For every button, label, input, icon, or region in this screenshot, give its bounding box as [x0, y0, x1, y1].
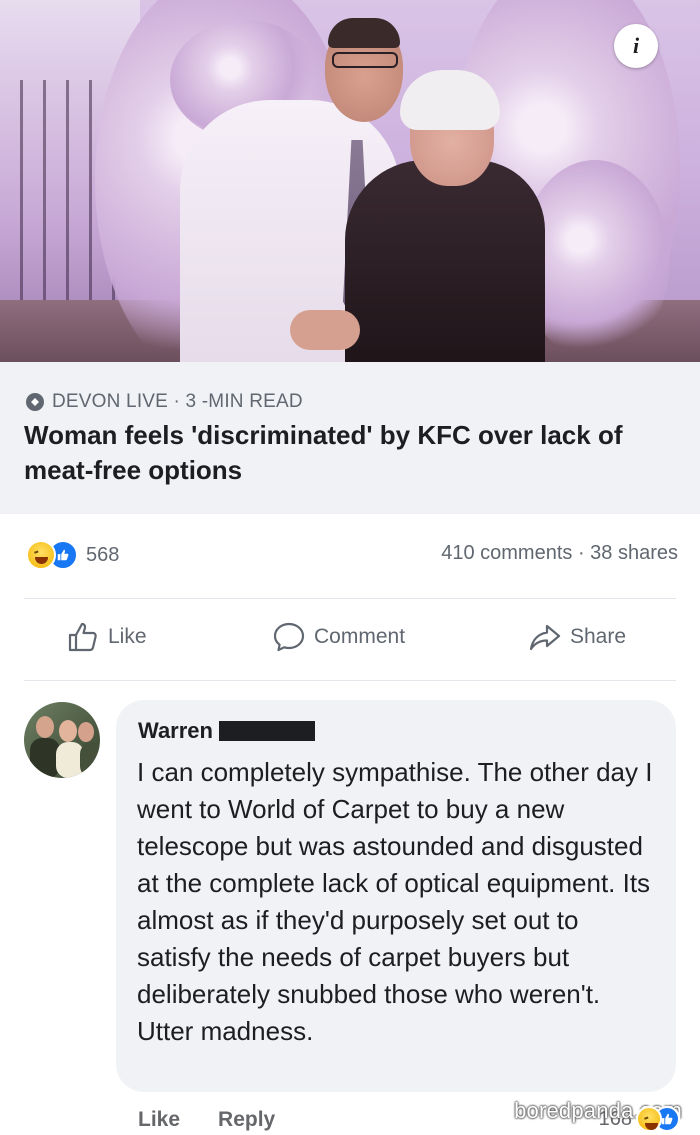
comment-like-button[interactable]: Like: [138, 1108, 180, 1132]
share-label: Share: [570, 625, 627, 648]
comment-label: Comment: [314, 625, 406, 648]
haha-reaction-icon: [636, 1106, 662, 1132]
info-icon[interactable]: i: [614, 24, 658, 68]
like-button[interactable]: Like: [66, 620, 147, 654]
like-label: Like: [108, 625, 147, 648]
article-source-label: DEVON LIVE · 3 -MIN READ: [52, 391, 303, 412]
comments-shares-count[interactable]: 410 comments · 38 shares: [441, 542, 678, 565]
reaction-count: 568: [86, 543, 120, 566]
share-button[interactable]: Share: [528, 620, 626, 654]
comment-button[interactable]: Comment: [272, 620, 405, 654]
haha-reaction-icon: [26, 540, 56, 570]
photo-woman: [345, 160, 545, 362]
redacted-surname: [218, 721, 315, 741]
comment-author[interactable]: Warren: [138, 718, 315, 744]
photo-man-hair: [328, 18, 400, 48]
globe-icon: [26, 393, 44, 411]
divider: [24, 680, 676, 681]
article-source: DEVON LIVE · 3 -MIN READ: [26, 390, 303, 414]
photo-hands: [290, 310, 360, 350]
divider: [24, 598, 676, 599]
avatar[interactable]: [24, 702, 100, 778]
reaction-summary[interactable]: 568: [26, 540, 119, 570]
comment-actions: Like Reply: [138, 1108, 313, 1132]
article-headline[interactable]: Woman feels 'discriminated' by KFC over …: [24, 418, 674, 488]
share-icon: [529, 624, 561, 651]
comment-author-name[interactable]: Warren: [138, 718, 213, 744]
comment-text: I can completely sympathise. The other d…: [137, 757, 653, 1046]
thumbs-up-icon: [68, 622, 97, 652]
comment-reply-button[interactable]: Reply: [218, 1108, 275, 1132]
comment-icon: [273, 622, 305, 652]
photo-man-glasses: [332, 52, 398, 68]
post-photo[interactable]: i: [0, 0, 700, 362]
